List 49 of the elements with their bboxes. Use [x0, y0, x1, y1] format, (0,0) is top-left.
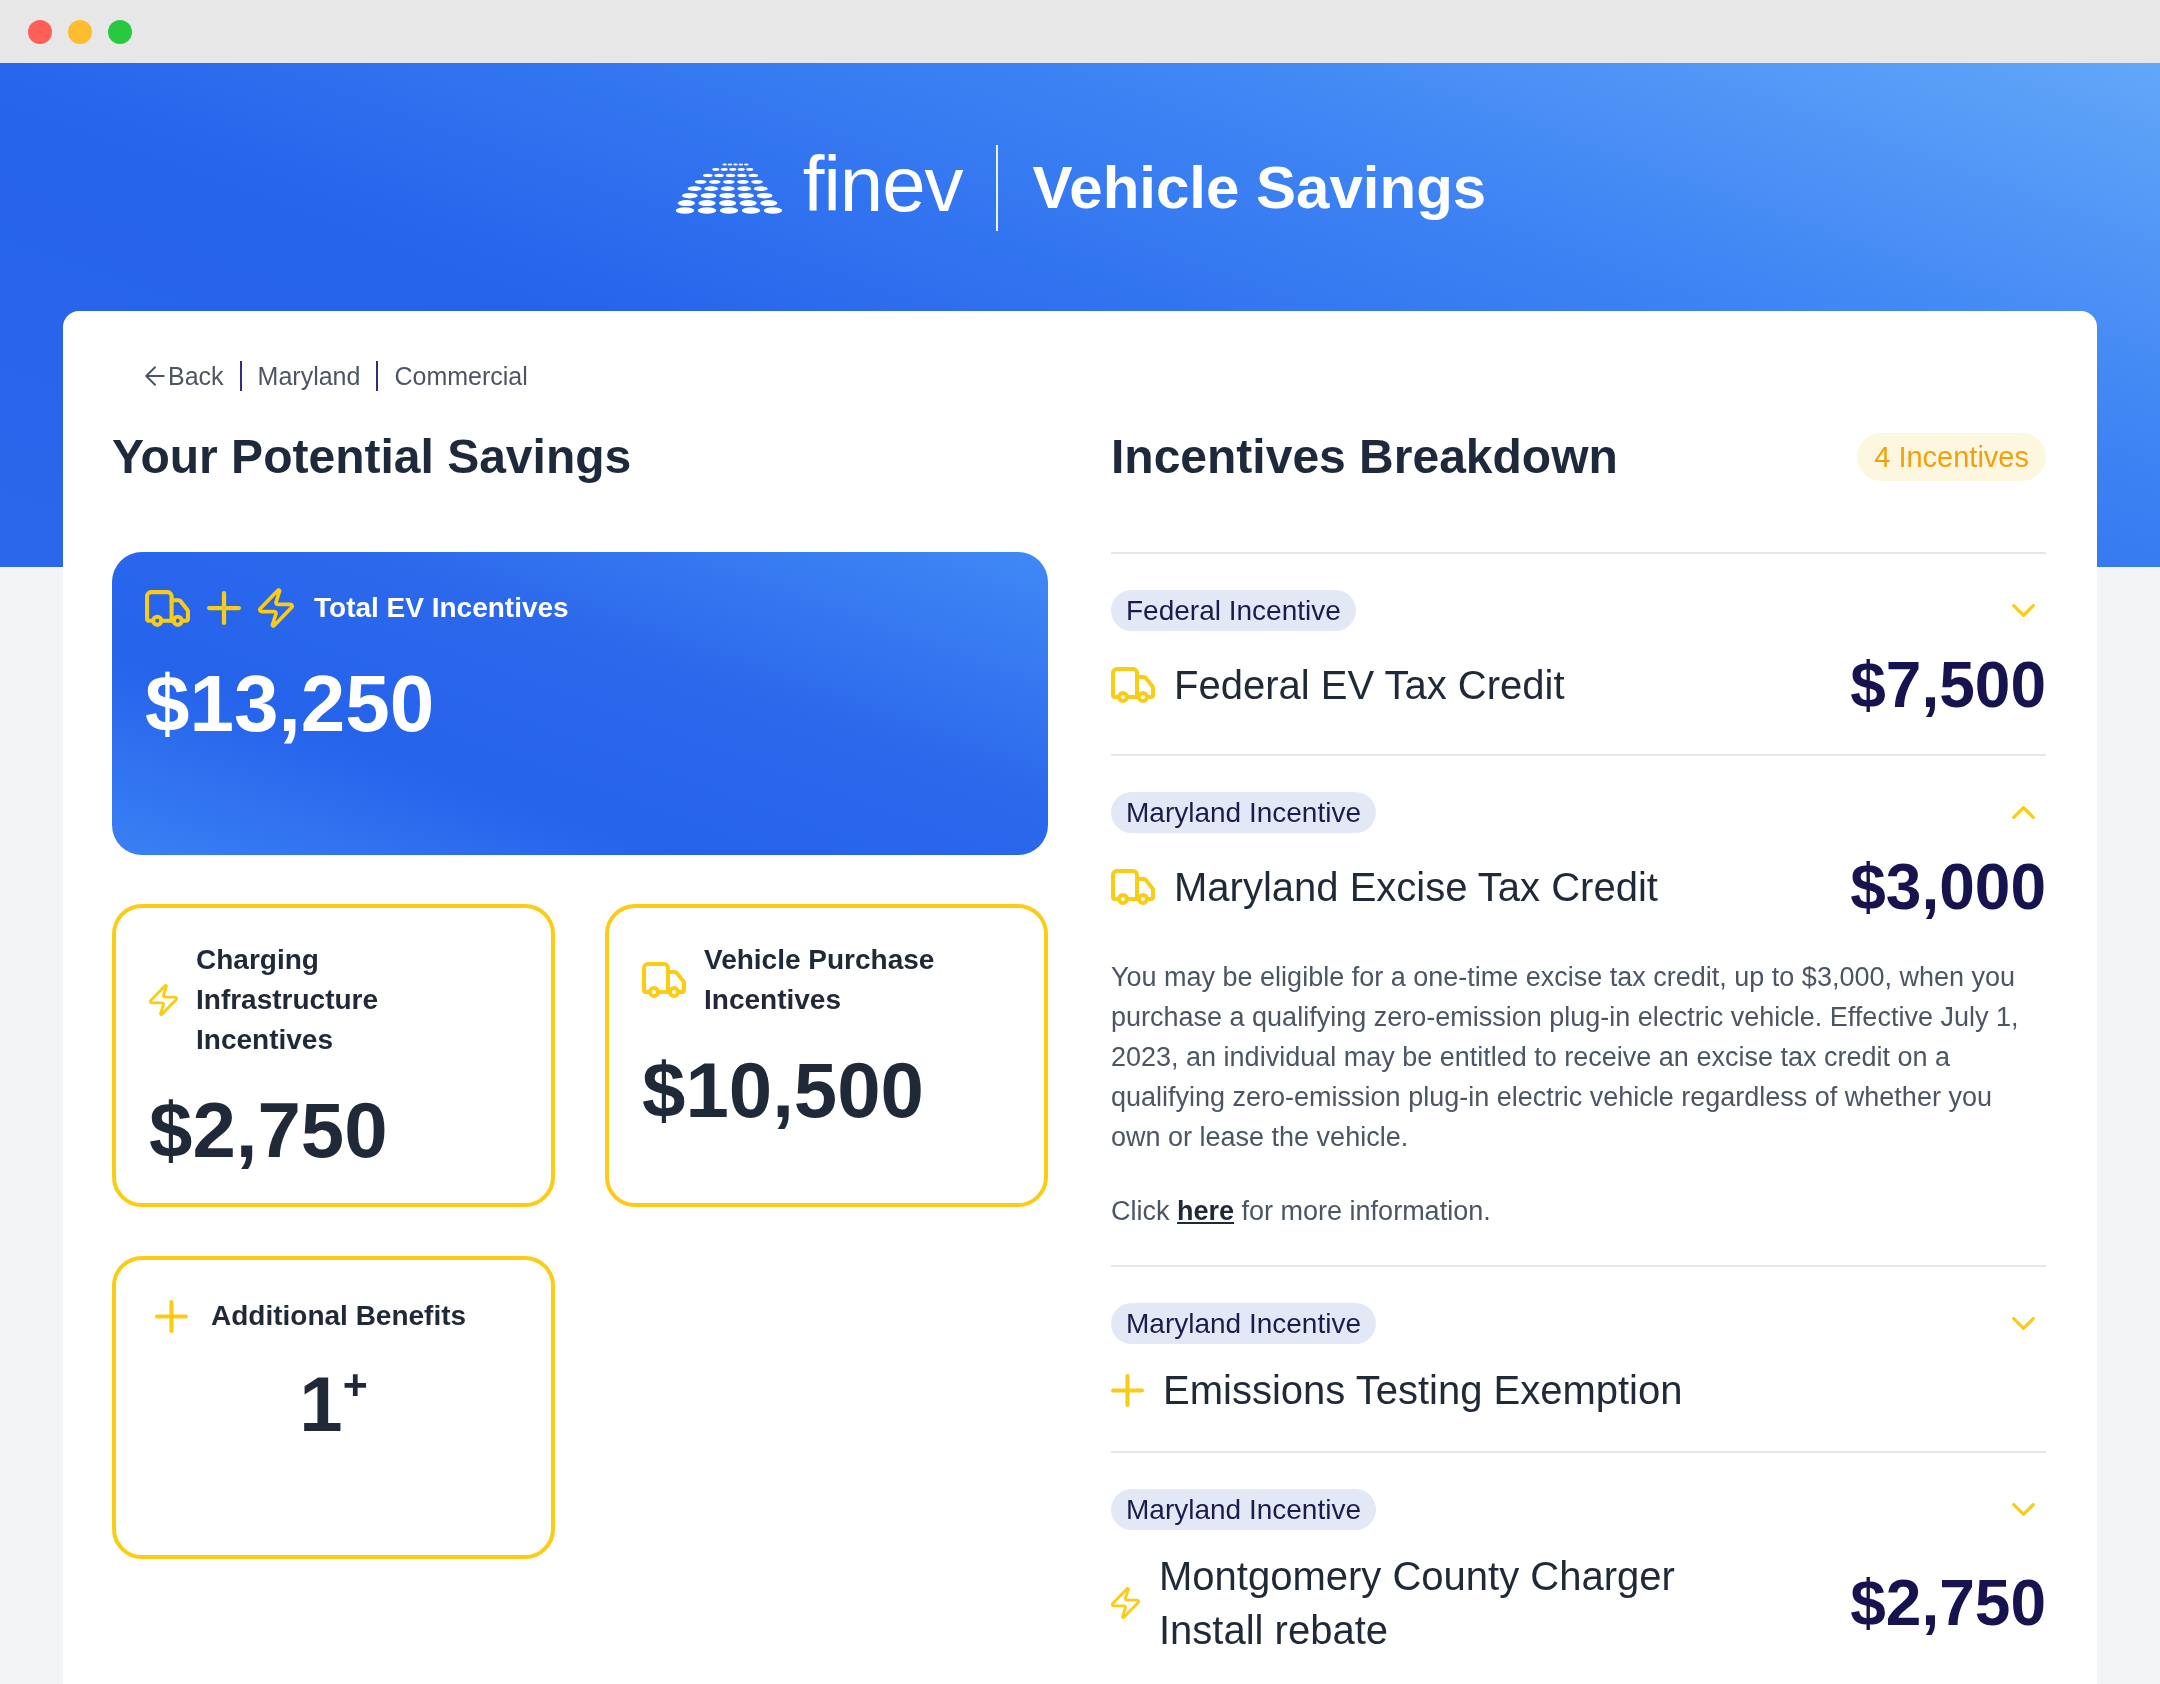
truck-icon	[1111, 667, 1155, 703]
incentive-amount: $7,500	[1850, 650, 2046, 720]
category-tag: Maryland Incentive	[1111, 1303, 1376, 1344]
breadcrumb-item[interactable]: Commercial	[394, 360, 528, 392]
truck-icon	[642, 962, 686, 998]
window-close-icon[interactable]	[28, 19, 52, 44]
card-label: Charging Infrastructure Incentives	[196, 943, 380, 1057]
card-amount: $2,750	[149, 1085, 389, 1175]
incentive-title: Maryland Excise Tax Credit	[1174, 864, 1658, 911]
incentive-title: Emissions Testing Exemption	[1163, 1367, 1683, 1414]
card-label: Total EV Incentives	[314, 592, 569, 624]
truck-icon	[145, 589, 190, 627]
incentive-amount: $2,750	[1850, 1568, 2046, 1638]
card-amount: 1$^{+}$	[298, 1359, 369, 1449]
incentive-title: Federal EV Tax Credit	[1174, 662, 1565, 709]
lightning-icon	[258, 588, 294, 628]
plus-icon	[207, 591, 241, 625]
chevron-down-icon[interactable]	[2012, 1503, 2035, 1516]
window-maximize-icon[interactable]	[108, 19, 132, 44]
breadcrumb-item[interactable]: Maryland	[257, 360, 361, 392]
page-title: Vehicle Savings	[1032, 158, 1487, 218]
info-link[interactable]: here	[1177, 1196, 1235, 1226]
chevron-up-icon[interactable]	[2012, 806, 2035, 819]
incentive-title: Montgomery County Charger Install rebate	[1159, 1553, 1676, 1654]
logo-icon	[673, 162, 785, 214]
category-tag: Maryland Incentive	[1111, 1489, 1376, 1530]
category-tag: Federal Incentive	[1111, 590, 1356, 631]
lightning-icon	[1111, 1587, 1140, 1619]
plus-icon	[1111, 1373, 1144, 1407]
card-label: Additional Benefits	[211, 1299, 467, 1333]
section-title: Incentives Breakdown	[1111, 429, 1618, 485]
category-tag: Maryland Incentive	[1111, 792, 1376, 833]
incentive-description: You may be eligible for a one-time excise tax credit, up to $3,000, when you purchase a qualifying zero-emission plug-in electric vehicle. Effective July 1, 2023, an individual may be entitled to receive an excise tax credit on a qualifying zero-emission plug-in electric vehicle regardless of whether you own or lease the vehicle.	[1111, 961, 2020, 1154]
incentive-amount: $3,000	[1850, 852, 2046, 922]
plus-icon	[155, 1299, 188, 1333]
lightning-icon	[149, 984, 178, 1016]
more-info-text: Click here for more information.	[1111, 1195, 1492, 1228]
total-amount: $13,250	[145, 659, 436, 749]
truck-icon	[1111, 869, 1155, 905]
brand-name: finev	[802, 145, 963, 230]
window-minimize-icon[interactable]	[68, 19, 92, 44]
arrow-left-icon	[145, 366, 165, 386]
chevron-down-icon[interactable]	[2012, 1317, 2035, 1330]
card-label: Vehicle Purchase Incentives	[704, 943, 936, 1017]
chevron-down-icon[interactable]	[2012, 604, 2035, 617]
section-title: Your Potential Savings	[112, 429, 633, 485]
count-badge: 4 Incentives	[1857, 433, 2046, 481]
back-link[interactable]: Back	[145, 360, 224, 392]
card-amount: $10,500	[642, 1045, 925, 1135]
